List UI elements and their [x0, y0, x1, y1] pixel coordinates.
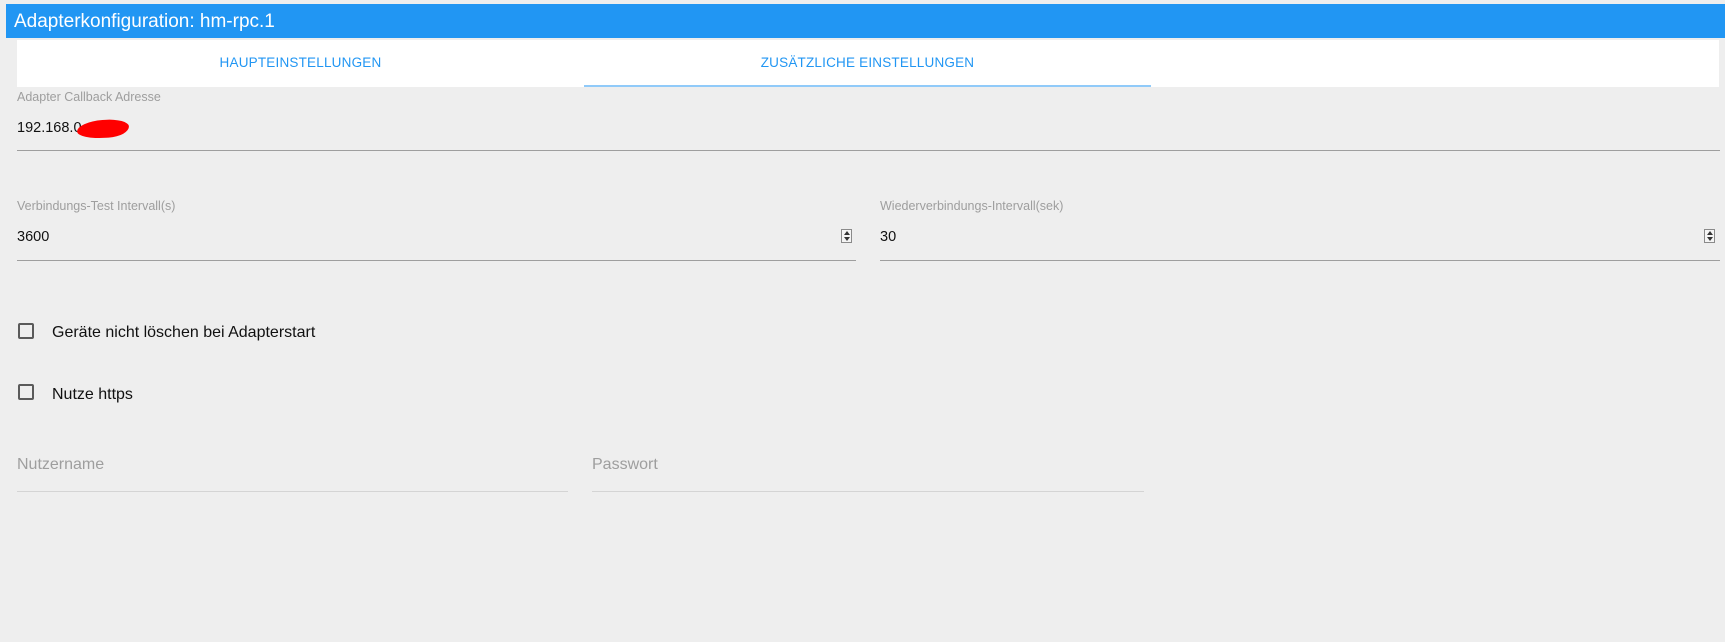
- callback-address-input[interactable]: 192.168.0: [17, 120, 82, 136]
- connection-test-underline: [17, 260, 856, 261]
- stepper-up-icon[interactable]: [1707, 231, 1713, 235]
- password-underline: [592, 491, 1144, 492]
- connection-test-interval-input[interactable]: 3600: [17, 229, 49, 245]
- active-tab-indicator: [584, 85, 1151, 87]
- password-input[interactable]: Passwort: [592, 456, 658, 474]
- reconnect-interval-underline: [880, 260, 1720, 261]
- use-https-checkbox[interactable]: [18, 384, 34, 400]
- tab-zusaetzliche-einstellungen[interactable]: ZUSÄTZLICHE EINSTELLUNGEN: [584, 40, 1151, 87]
- reconnect-interval-label: Wiederverbindungs-Intervall(sek): [880, 199, 1064, 213]
- dialog-title: Adapterkonfiguration: hm-rpc.1: [14, 11, 275, 32]
- connection-test-interval-label: Verbindungs-Test Intervall(s): [17, 199, 176, 213]
- keep-devices-checkbox[interactable]: [18, 323, 34, 339]
- tab-bar: HAUPTEINSTELLUNGEN ZUSÄTZLICHE EINSTELLU…: [17, 40, 1719, 87]
- dialog-title-bar: Adapterkonfiguration: hm-rpc.1: [6, 4, 1725, 38]
- connection-test-stepper[interactable]: [841, 229, 852, 243]
- redaction-mark: [76, 118, 130, 140]
- tab-haupteinstellungen[interactable]: HAUPTEINSTELLUNGEN: [17, 40, 584, 87]
- callback-address-label: Adapter Callback Adresse: [17, 90, 161, 104]
- stepper-down-icon[interactable]: [1707, 237, 1713, 241]
- callback-address-underline: [17, 150, 1720, 151]
- reconnect-stepper[interactable]: [1704, 229, 1715, 243]
- username-input[interactable]: Nutzername: [17, 456, 104, 474]
- use-https-label[interactable]: Nutze https: [52, 386, 133, 404]
- stepper-down-icon[interactable]: [844, 237, 850, 241]
- username-underline: [17, 491, 568, 492]
- keep-devices-label[interactable]: Geräte nicht löschen bei Adapterstart: [52, 324, 315, 342]
- reconnect-interval-input[interactable]: 30: [880, 229, 896, 245]
- stepper-up-icon[interactable]: [844, 231, 850, 235]
